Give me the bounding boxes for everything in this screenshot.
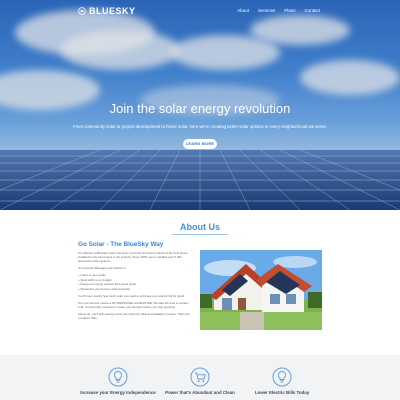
list-item: + Streamline your home's solar potential <box>78 286 130 291</box>
feature-item: Lower Electric Bills Today <box>227 367 337 395</box>
top-nav: BLUESKY About Services Plans Contact <box>0 0 400 22</box>
nav-item-contact[interactable]: Contact <box>304 8 320 13</box>
nav-item-about[interactable]: About <box>237 8 249 13</box>
shopping-cart-icon <box>190 367 210 387</box>
divider <box>172 234 228 235</box>
hero-title: Join the solar energy revolution <box>109 101 291 116</box>
about-paragraph: Our commitment means a NO PRESSURE GUARA… <box>78 301 189 310</box>
logo-icon <box>78 7 86 15</box>
main-menu: About Services Plans Contact <box>237 8 320 13</box>
section-title: Go Solar - The BlueSky Way <box>78 241 164 248</box>
hero-section: BLUESKY About Services Plans Contact Joi… <box>0 0 400 210</box>
hero-subtitle: From community solar to project developm… <box>73 124 327 129</box>
about-intro: Our Mission at BlueSky Solar has been to… <box>78 251 188 264</box>
about-heading: About Us <box>180 222 220 232</box>
list-heading: Our Account Managers are trained to: <box>78 266 127 271</box>
nav-item-plans[interactable]: Plans <box>284 8 295 13</box>
feature-title: Lower Electric Bills Today <box>254 390 310 395</box>
lightbulb-icon <box>272 367 292 387</box>
bullet-list: + Listen to your goals + Work within you… <box>78 273 190 291</box>
learn-more-button[interactable]: LEARN MORE <box>183 139 217 149</box>
brand-name: BLUESKY <box>89 6 136 16</box>
logo[interactable]: BLUESKY <box>78 6 136 16</box>
lightbulb-icon <box>108 367 128 387</box>
nav-item-services[interactable]: Services <box>258 8 275 13</box>
about-paragraph: You'll know exactly how much solar you n… <box>78 294 185 298</box>
about-text-column: Go Solar - The BlueSky Way Our Mission a… <box>78 241 190 323</box>
house-photo <box>200 250 322 330</box>
features-section: Increase your Energy Independence Power … <box>0 355 400 400</box>
about-paragraph: Above all, you'll start saving money fas… <box>78 312 190 321</box>
